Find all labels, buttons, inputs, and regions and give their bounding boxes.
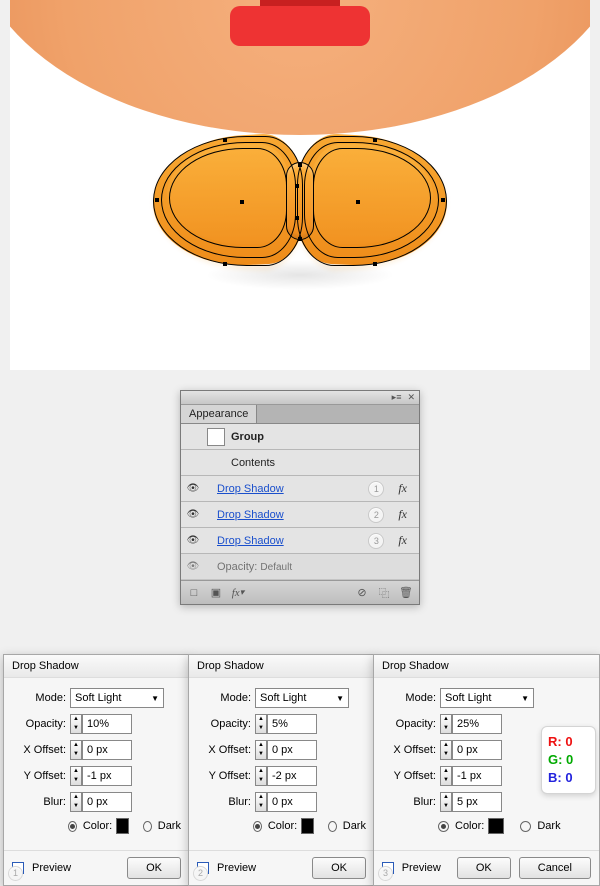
stepper[interactable]: ▲▼ bbox=[440, 740, 452, 760]
no-fill-icon[interactable]: □ bbox=[187, 586, 201, 600]
fx-icon[interactable]: fx bbox=[390, 533, 415, 548]
stepper[interactable]: ▲▼ bbox=[255, 792, 267, 812]
appearance-panel: ▸≡ ✕ Appearance Group Contents 👁 Drop Sh… bbox=[180, 390, 420, 605]
dialog-title: Drop Shadow bbox=[189, 655, 374, 678]
panel-menu-icon[interactable]: ▸≡ bbox=[392, 392, 402, 403]
chevron-down-icon: ▼ bbox=[336, 694, 344, 703]
chevron-down-icon: ▼ bbox=[521, 694, 529, 703]
ok-button[interactable]: OK bbox=[312, 857, 366, 879]
ok-button[interactable]: OK bbox=[127, 857, 181, 879]
fx-menu-icon[interactable]: fx▾ bbox=[231, 586, 245, 600]
panel-close-icon[interactable]: ✕ bbox=[407, 392, 415, 403]
step-badge: 2 bbox=[368, 507, 384, 523]
mode-select[interactable]: Soft Light▼ bbox=[70, 688, 164, 708]
rgb-callout: R: 0 G: 0 B: 0 bbox=[541, 726, 596, 794]
stepper[interactable]: ▲▼ bbox=[255, 766, 267, 786]
step-badge: 1 bbox=[8, 866, 23, 881]
blur-input[interactable] bbox=[452, 792, 502, 812]
color-radio[interactable] bbox=[68, 821, 77, 832]
opacity-input[interactable] bbox=[452, 714, 502, 734]
dialog-title: Drop Shadow bbox=[374, 655, 599, 678]
darkness-radio[interactable] bbox=[520, 821, 531, 832]
drop-shadow-dialog-2: Drop Shadow Mode: Soft Light▼ Opacity: ▲… bbox=[188, 654, 375, 886]
x-offset-input[interactable] bbox=[82, 740, 132, 760]
red-shape bbox=[230, 0, 370, 48]
appearance-tab[interactable]: Appearance bbox=[181, 405, 257, 423]
bow-tie-group[interactable] bbox=[145, 130, 455, 340]
stepper[interactable]: ▲▼ bbox=[70, 740, 82, 760]
stepper[interactable]: ▲▼ bbox=[440, 792, 452, 812]
stepper[interactable]: ▲▼ bbox=[440, 766, 452, 786]
stepper[interactable]: ▲▼ bbox=[255, 740, 267, 760]
color-swatch[interactable] bbox=[301, 818, 314, 834]
dialog-title: Drop Shadow bbox=[4, 655, 189, 678]
darkness-radio[interactable] bbox=[143, 821, 152, 832]
clear-icon[interactable]: ⊘ bbox=[355, 586, 369, 600]
color-swatch[interactable] bbox=[488, 818, 504, 834]
fx-icon[interactable]: fx bbox=[390, 507, 415, 522]
y-offset-input[interactable] bbox=[82, 766, 132, 786]
visibility-icon[interactable]: 👁 bbox=[185, 561, 201, 572]
stroke-icon[interactable]: ▣ bbox=[209, 586, 223, 600]
blur-input[interactable] bbox=[267, 792, 317, 812]
y-offset-input[interactable] bbox=[267, 766, 317, 786]
appearance-swatch[interactable] bbox=[207, 428, 225, 446]
ok-button[interactable]: OK bbox=[457, 857, 511, 879]
artwork-canvas bbox=[10, 0, 590, 370]
stepper[interactable]: ▲▼ bbox=[70, 792, 82, 812]
stepper[interactable]: ▲▼ bbox=[440, 714, 452, 734]
visibility-icon[interactable]: 👁 bbox=[185, 509, 201, 520]
x-offset-input[interactable] bbox=[267, 740, 317, 760]
mode-select[interactable]: Soft Light▼ bbox=[255, 688, 349, 708]
color-radio[interactable] bbox=[438, 821, 449, 832]
appearance-contents-label: Contents bbox=[207, 457, 415, 469]
delete-icon[interactable]: 🗑 bbox=[399, 586, 413, 600]
cancel-button[interactable]: Cancel bbox=[519, 857, 591, 879]
color-radio[interactable] bbox=[253, 821, 262, 832]
stepper[interactable]: ▲▼ bbox=[255, 714, 267, 734]
visibility-icon[interactable]: 👁 bbox=[185, 483, 201, 494]
mode-select[interactable]: Soft Light▼ bbox=[440, 688, 534, 708]
fx-icon[interactable]: fx bbox=[390, 481, 415, 496]
drop-shadow-dialog-1: Drop Shadow Mode: Soft Light▼ Opacity: ▲… bbox=[3, 654, 190, 886]
drop-shadow-link-1[interactable]: Drop Shadow bbox=[207, 483, 362, 495]
step-badge: 1 bbox=[368, 481, 384, 497]
rgb-r: R: 0 bbox=[548, 733, 589, 751]
step-badge: 3 bbox=[368, 533, 384, 549]
opacity-input[interactable] bbox=[82, 714, 132, 734]
step-badge: 3 bbox=[378, 866, 393, 881]
drop-shadow-link-3[interactable]: Drop Shadow bbox=[207, 535, 362, 547]
drop-shadow-link-2[interactable]: Drop Shadow bbox=[207, 509, 362, 521]
chevron-down-icon: ▼ bbox=[151, 694, 159, 703]
stepper[interactable]: ▲▼ bbox=[70, 714, 82, 734]
appearance-group-label: Group bbox=[231, 431, 415, 443]
duplicate-icon[interactable]: ⿻ bbox=[377, 586, 391, 600]
y-offset-input[interactable] bbox=[452, 766, 502, 786]
step-badge: 2 bbox=[193, 866, 208, 881]
opacity-input[interactable] bbox=[267, 714, 317, 734]
rgb-b: B: 0 bbox=[548, 769, 589, 787]
darkness-radio[interactable] bbox=[328, 821, 337, 832]
x-offset-input[interactable] bbox=[452, 740, 502, 760]
stepper[interactable]: ▲▼ bbox=[70, 766, 82, 786]
blur-input[interactable] bbox=[82, 792, 132, 812]
rgb-g: G: 0 bbox=[548, 751, 589, 769]
color-swatch[interactable] bbox=[116, 818, 129, 834]
visibility-icon[interactable]: 👁 bbox=[185, 535, 201, 546]
